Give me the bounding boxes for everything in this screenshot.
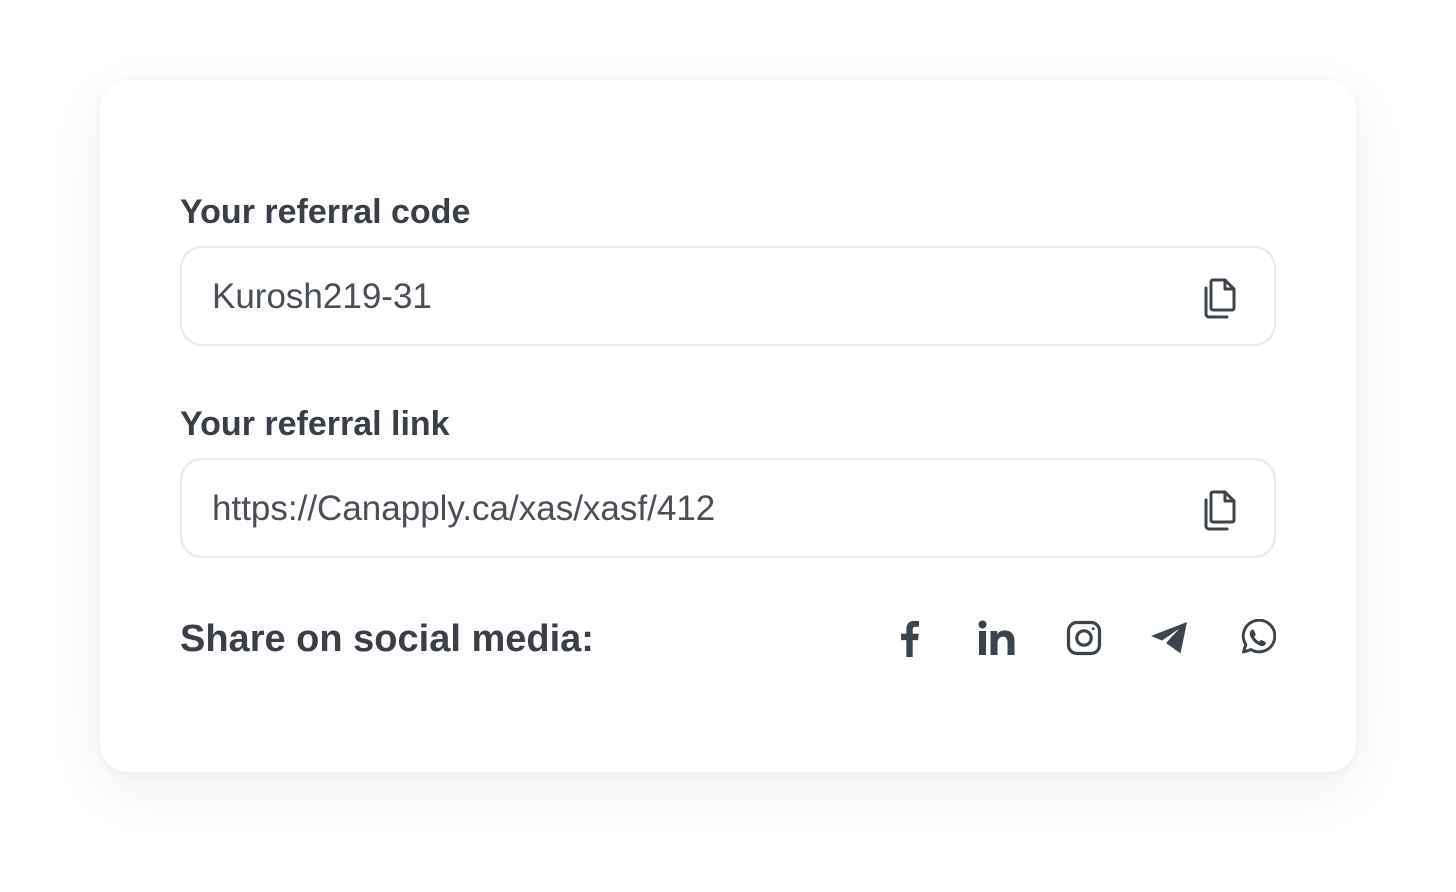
referral-code-field[interactable]: Kurosh219-31 [180, 246, 1276, 346]
referral-code-value[interactable]: Kurosh219-31 [212, 277, 432, 317]
copy-referral-link-button[interactable] [1200, 488, 1240, 532]
facebook-icon [901, 620, 920, 657]
referral-link-field[interactable]: https://Canapply.ca/xas/xasf/412 [180, 458, 1276, 558]
instagram-share-button[interactable] [1061, 615, 1107, 661]
telegram-share-button[interactable] [1146, 615, 1192, 661]
linkedin-share-button[interactable] [974, 615, 1020, 661]
referral-code-label: Your referral code [180, 193, 471, 231]
share-label: Share on social media: [180, 618, 594, 660]
linkedin-icon [978, 620, 1015, 655]
whatsapp-icon [1241, 619, 1276, 654]
copy-icon [1204, 278, 1236, 319]
instagram-icon [1066, 620, 1102, 656]
share-row: Share on social media: [180, 615, 1276, 661]
facebook-share-button[interactable] [886, 615, 932, 661]
copy-referral-code-button[interactable] [1200, 276, 1240, 320]
copy-icon [1204, 490, 1236, 531]
telegram-icon [1151, 622, 1187, 654]
referral-link-label: Your referral link [180, 405, 450, 443]
whatsapp-share-button[interactable] [1234, 615, 1280, 661]
referral-link-value[interactable]: https://Canapply.ca/xas/xasf/412 [212, 489, 715, 529]
referral-card: Your referral code Kurosh219-31 Your ref… [100, 80, 1356, 772]
